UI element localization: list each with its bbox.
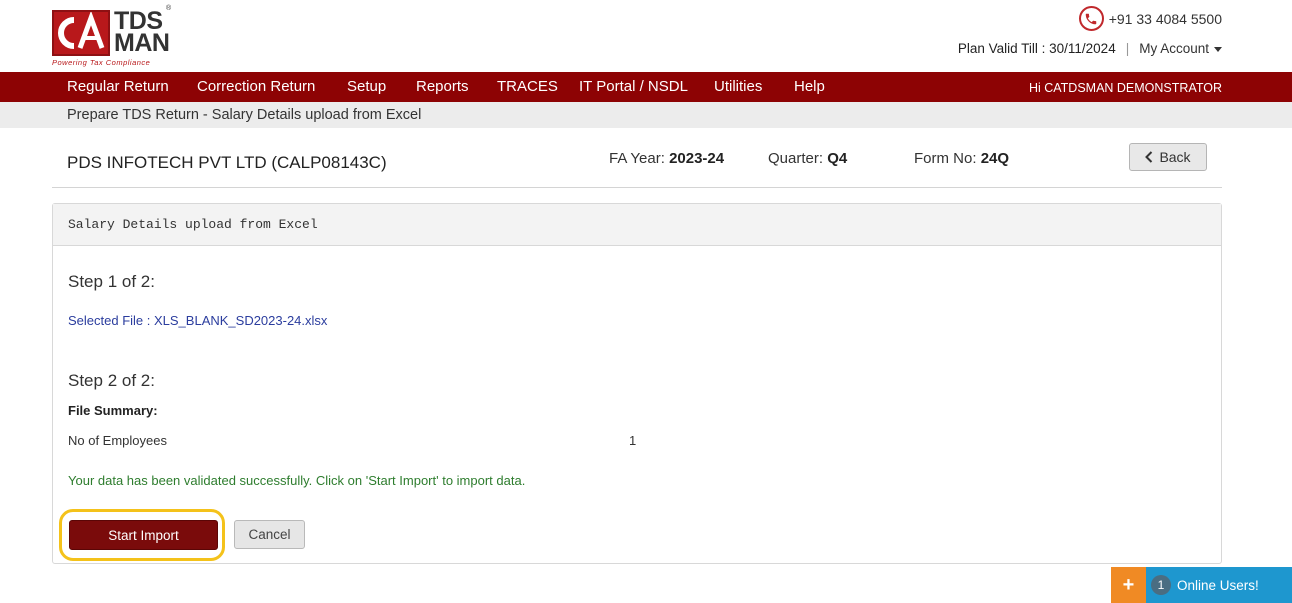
company-name: PDS INFOTECH PVT LTD (CALP08143C) [67, 153, 387, 172]
online-users-count: 1 [1151, 575, 1171, 595]
form-no-label: Form No: [914, 150, 977, 167]
brand-logo[interactable]: TDS MAN ® Powering Tax Compliance [52, 5, 172, 68]
breadcrumb: Prepare TDS Return - Salary Details uplo… [67, 107, 422, 123]
user-greeting: Hi CATDSMAN DEMONSTRATOR [1028, 81, 1222, 95]
cancel-button[interactable]: Cancel [234, 520, 305, 549]
registered-mark: ® [166, 5, 172, 12]
chevron-left-icon [1145, 151, 1153, 163]
form-no: Form No: 24Q [914, 150, 1009, 167]
my-account-dropdown[interactable]: My Account [1139, 41, 1222, 56]
quarter: Quarter: Q4 [768, 150, 847, 167]
start-import-button[interactable]: Start Import [69, 520, 218, 550]
header-separator: | [1125, 41, 1130, 56]
employees-label: No of Employees [68, 433, 167, 448]
logo-ca-glyph [58, 12, 105, 49]
upload-panel: Salary Details upload from Excel Step 1 … [52, 203, 1222, 564]
online-users-tab[interactable]: 1 Online Users! [1146, 567, 1292, 603]
file-summary-title: File Summary: [68, 403, 158, 418]
back-button[interactable]: Back [1129, 143, 1207, 171]
my-account-label: My Account [1139, 41, 1209, 56]
phone-contact: +91 33 4084 5500 [1078, 6, 1222, 31]
nav-regular-return[interactable]: Regular Return [67, 78, 169, 95]
phone-number: +91 33 4084 5500 [1108, 10, 1222, 27]
quarter-value: Q4 [827, 150, 848, 167]
online-users-widget[interactable]: + 1 Online Users! [1111, 567, 1292, 603]
nav-traces[interactable]: TRACES [497, 78, 558, 95]
quarter-label: Quarter: [768, 150, 824, 167]
plan-account-bar: Plan Valid Till : 30/11/2024 | My Accoun… [958, 41, 1222, 56]
employees-value: 1 [629, 433, 637, 448]
selected-file: Selected File : XLS_BLANK_SD2023-24.xlsx [68, 313, 328, 328]
logo-tagline: Powering Tax Compliance [52, 58, 151, 67]
form-no-value: 24Q [980, 150, 1010, 167]
fa-year: FA Year: 2023-24 [609, 150, 724, 167]
logo-line-2: MAN [114, 29, 170, 57]
plus-icon[interactable]: + [1111, 567, 1146, 603]
fa-year-value: 2023-24 [669, 150, 725, 167]
main-nav: Regular Return Correction Return Setup R… [0, 72, 1292, 102]
fa-year-label: FA Year: [609, 150, 665, 167]
info-divider [52, 187, 1222, 188]
nav-setup[interactable]: Setup [347, 78, 386, 95]
validation-success-message: Your data has been validated successfull… [68, 473, 526, 488]
caret-down-icon [1214, 46, 1222, 52]
logo-mark [52, 10, 110, 56]
step-2-heading: Step 2 of 2: [68, 371, 155, 390]
panel-title: Salary Details upload from Excel [53, 204, 1221, 246]
nav-utilities[interactable]: Utilities [714, 78, 762, 95]
nav-correction-return[interactable]: Correction Return [197, 78, 315, 95]
phone-icon [1078, 6, 1104, 31]
step-1-heading: Step 1 of 2: [68, 272, 155, 291]
nav-it-portal-nsdl[interactable]: IT Portal / NSDL [579, 78, 688, 95]
logo-wordmark: TDS MAN [114, 9, 170, 57]
back-label: Back [1159, 149, 1191, 165]
nav-reports[interactable]: Reports [416, 78, 469, 95]
plan-valid-text: Plan Valid Till : 30/11/2024 [957, 41, 1116, 56]
nav-help[interactable]: Help [794, 78, 825, 95]
breadcrumb-bar: Prepare TDS Return - Salary Details uplo… [0, 102, 1292, 128]
online-users-label: Online Users! [1177, 577, 1259, 593]
